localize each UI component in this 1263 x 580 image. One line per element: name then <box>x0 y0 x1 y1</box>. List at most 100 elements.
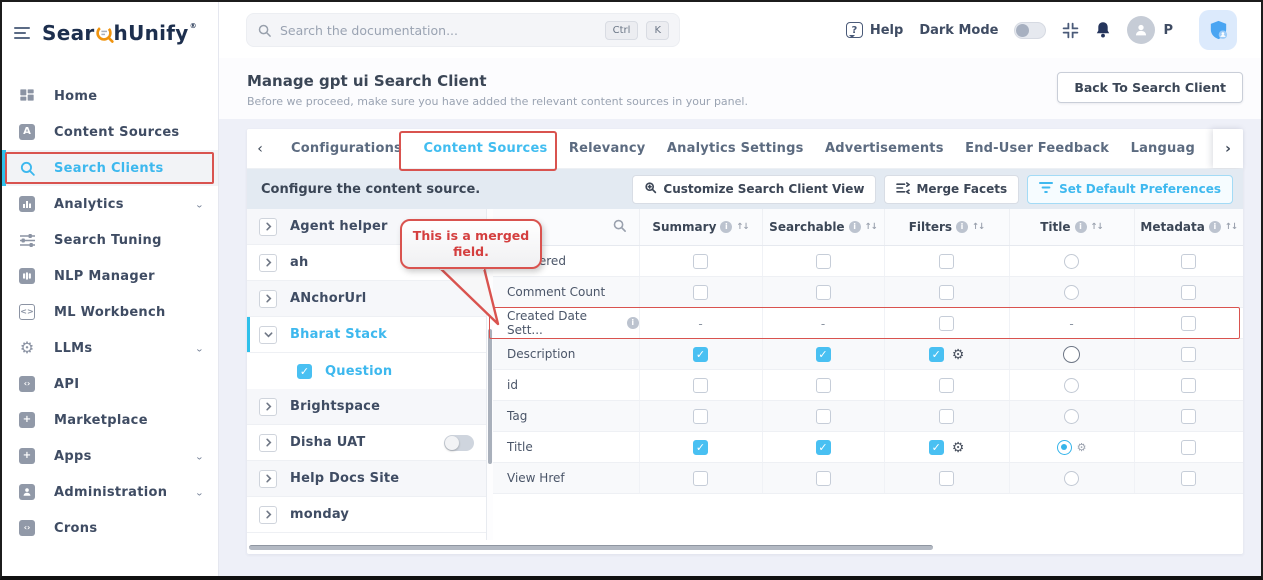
source-child-question[interactable]: ✓Question <box>247 353 486 389</box>
sidebar-item-nlp-manager[interactable]: NLP Manager <box>2 258 218 294</box>
sort-icon[interactable]: ↑↓ <box>865 222 877 232</box>
sidebar-item-analytics[interactable]: Analytics⌄ <box>2 186 218 222</box>
gear-icon[interactable]: ⚙ <box>952 347 965 363</box>
tabs-scroll-right-icon[interactable]: › <box>1213 129 1243 168</box>
checkbox[interactable] <box>1181 285 1196 300</box>
info-icon[interactable]: i <box>956 221 968 233</box>
radio-button[interactable] <box>1063 346 1080 363</box>
source-item-monday[interactable]: monday <box>247 497 486 533</box>
sidebar-item-apps[interactable]: +Apps⌄ <box>2 438 218 474</box>
collapse-arrows-icon[interactable] <box>1062 22 1079 39</box>
sort-icon[interactable]: ↑↓ <box>1091 222 1103 232</box>
checkbox-checked[interactable]: ✓ <box>929 440 944 455</box>
sidebar-item-search-tuning[interactable]: Search Tuning <box>2 222 218 258</box>
radio-button-selected[interactable] <box>1057 440 1072 455</box>
chevron-right-icon[interactable] <box>259 506 277 524</box>
checkbox-checked[interactable]: ✓ <box>929 347 944 362</box>
tabs-scroll-left-icon[interactable]: ‹ <box>247 129 273 168</box>
sidebar-item-ml-workbench[interactable]: <>ML Workbench <box>2 294 218 330</box>
sort-icon[interactable]: ↑↓ <box>972 222 984 232</box>
info-icon[interactable]: i <box>849 221 861 233</box>
radio-button[interactable] <box>1064 285 1079 300</box>
gear-icon[interactable]: ⚙ <box>1077 441 1087 454</box>
tab-relevancy[interactable]: Relevancy <box>569 141 646 156</box>
checkbox-checked[interactable]: ✓ <box>693 347 708 362</box>
checkbox[interactable] <box>939 471 954 486</box>
info-icon[interactable]: i <box>720 221 732 233</box>
checkbox[interactable] <box>816 409 831 424</box>
checkbox[interactable] <box>1181 378 1196 393</box>
checkbox[interactable] <box>1181 254 1196 269</box>
dark-mode-toggle[interactable] <box>1014 22 1046 39</box>
sort-icon[interactable]: ↑↓ <box>1225 222 1237 232</box>
notifications-bell-icon[interactable] <box>1095 21 1111 39</box>
info-icon[interactable]: i <box>1075 221 1087 233</box>
checkbox[interactable] <box>1181 347 1196 362</box>
sidebar-item-administration[interactable]: Administration⌄ <box>2 474 218 510</box>
checkbox[interactable] <box>693 378 708 393</box>
chevron-right-icon[interactable] <box>259 398 277 416</box>
source-item-disha-uat[interactable]: Disha UAT <box>247 425 486 461</box>
tab-advertisements[interactable]: Advertisements <box>825 141 944 156</box>
chevron-right-icon[interactable] <box>259 218 277 236</box>
radio-button[interactable] <box>1064 254 1079 269</box>
source-item-brightspace[interactable]: Brightspace <box>247 389 486 425</box>
sidebar-item-home[interactable]: Home <box>2 78 218 114</box>
tab-end-user-feedback[interactable]: End-User Feedback <box>965 141 1109 156</box>
assistant-shield-icon[interactable] <box>1199 10 1237 50</box>
checkbox[interactable] <box>1181 440 1196 455</box>
sidebar-item-content-sources[interactable]: AContent Sources <box>2 114 218 150</box>
checkbox[interactable] <box>816 254 831 269</box>
checkbox[interactable] <box>693 471 708 486</box>
checkbox-checked[interactable]: ✓ <box>816 440 831 455</box>
search-input[interactable] <box>280 23 597 38</box>
sort-icon[interactable]: ↑↓ <box>736 222 748 232</box>
tab-languag[interactable]: Languag <box>1131 141 1195 156</box>
info-icon[interactable]: i <box>1209 221 1221 233</box>
chevron-right-icon[interactable] <box>259 470 277 488</box>
tab-content-sources[interactable]: Content Sources <box>423 141 547 156</box>
back-to-search-client-button[interactable]: Back To Search Client <box>1057 72 1243 103</box>
chevron-right-icon[interactable] <box>259 434 277 452</box>
checkbox[interactable] <box>693 409 708 424</box>
sidebar-item-api[interactable]: ‹›API <box>2 366 218 402</box>
checkbox[interactable] <box>939 316 954 331</box>
checkbox-checked[interactable]: ✓ <box>816 347 831 362</box>
radio-button[interactable] <box>1064 378 1079 393</box>
checkbox[interactable] <box>1181 409 1196 424</box>
checkbox[interactable] <box>939 378 954 393</box>
merge-facets-button[interactable]: Merge Facets <box>884 175 1019 204</box>
checkbox[interactable] <box>693 285 708 300</box>
user-avatar[interactable] <box>1127 16 1155 44</box>
sidebar-item-marketplace[interactable]: +Marketplace <box>2 402 218 438</box>
tab-analytics-settings[interactable]: Analytics Settings <box>667 141 804 156</box>
checkbox[interactable] <box>939 285 954 300</box>
sidebar-item-llms[interactable]: ⚙LLMs⌄ <box>2 330 218 366</box>
chevron-down-icon[interactable] <box>259 326 277 344</box>
checkbox[interactable] <box>939 409 954 424</box>
help-button[interactable]: ? Help <box>846 22 903 38</box>
hamburger-menu-icon[interactable] <box>14 27 30 39</box>
checkbox[interactable] <box>816 285 831 300</box>
tab-configurations[interactable]: Configurations <box>291 141 402 156</box>
source-toggle[interactable] <box>444 435 474 451</box>
documentation-search[interactable]: Ctrl K <box>246 13 680 47</box>
sidebar-item-search-clients[interactable]: Search Clients <box>2 150 218 186</box>
set-default-preferences-button[interactable]: Set Default Preferences <box>1027 175 1233 204</box>
checkbox[interactable] <box>1181 316 1196 331</box>
checkbox[interactable] <box>939 254 954 269</box>
radio-button[interactable] <box>1064 409 1079 424</box>
gear-icon[interactable]: ⚙ <box>952 440 965 456</box>
checkbox[interactable]: ✓ <box>297 364 312 379</box>
sidebar-item-crons[interactable]: ‹›Crons <box>2 510 218 546</box>
checkbox-checked[interactable]: ✓ <box>693 440 708 455</box>
info-icon[interactable]: i <box>627 317 639 329</box>
customize-search-client-view-button[interactable]: Customize Search Client View <box>632 175 876 204</box>
radio-button[interactable] <box>1064 471 1079 486</box>
table-horizontal-scrollbar[interactable] <box>247 540 1243 554</box>
checkbox[interactable] <box>693 254 708 269</box>
chevron-right-icon[interactable] <box>259 290 277 308</box>
checkbox[interactable] <box>1181 471 1196 486</box>
field-search-icon[interactable] <box>612 218 627 236</box>
chevron-right-icon[interactable] <box>259 254 277 272</box>
